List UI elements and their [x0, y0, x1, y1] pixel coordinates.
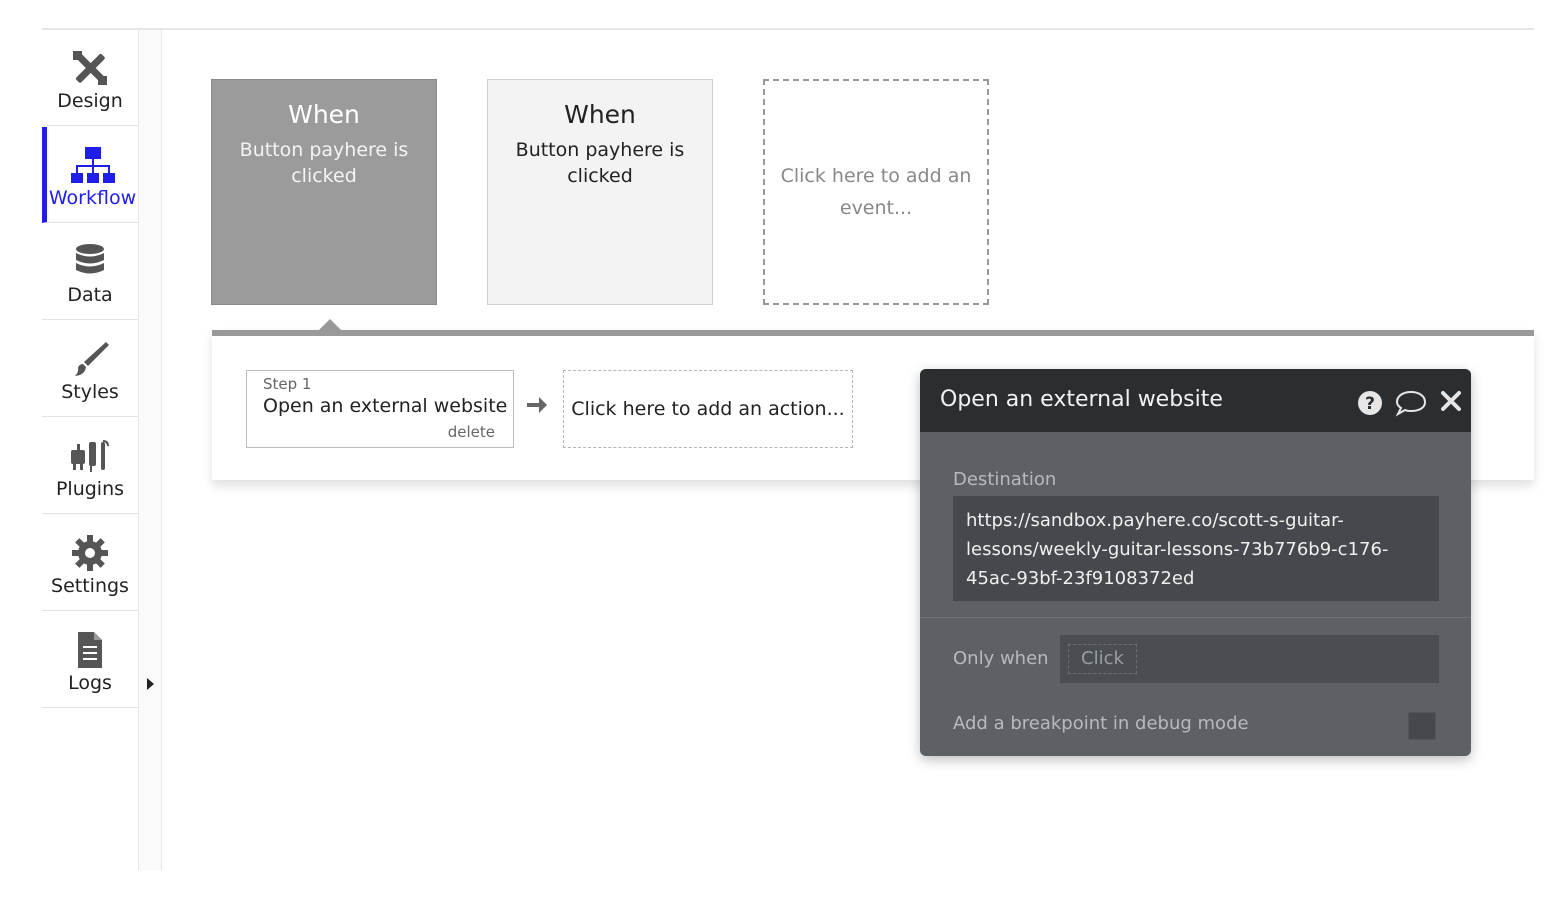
bubble-editor: Design Workflow Data Styles Plugins Sett… [0, 0, 1568, 900]
event-when-label: When [288, 100, 360, 129]
sidebar-item-styles[interactable]: Styles [42, 321, 138, 417]
sidebar-item-plugins[interactable]: Plugins [42, 418, 138, 514]
panel-divider [920, 617, 1471, 618]
add-action-button[interactable]: Click here to add an action... [563, 370, 853, 448]
sidebar: Design Workflow Data Styles Plugins Sett… [42, 30, 139, 870]
step-delete-link[interactable]: delete [448, 423, 495, 441]
arrow-right-icon [527, 397, 547, 413]
comment-icon[interactable] [1395, 389, 1427, 417]
document-icon [75, 630, 105, 670]
sidebar-item-label: Workflow [48, 187, 137, 209]
event-card[interactable]: When Button payhere is clicked [487, 79, 713, 305]
sidebar-item-logs[interactable]: Logs [42, 612, 138, 708]
breakpoint-checkbox[interactable] [1408, 712, 1436, 740]
panel-header: Open an external website ? [920, 369, 1471, 432]
sidebar-item-settings[interactable]: Settings [42, 515, 138, 611]
event-card-selected[interactable]: When Button payhere is clicked [211, 79, 437, 305]
gear-icon [70, 533, 110, 573]
workflow-icon [70, 145, 116, 185]
panel-title: Open an external website [940, 387, 1223, 412]
destination-field[interactable]: https://sandbox.payhere.co/scott-s-guita… [953, 496, 1439, 601]
only-when-field[interactable]: Click [1060, 635, 1439, 683]
sidebar-item-workflow[interactable]: Workflow [42, 127, 138, 223]
top-divider [42, 28, 1534, 30]
event-when-label: When [564, 100, 636, 129]
only-when-label: Only when [953, 648, 1049, 669]
brush-icon [70, 339, 110, 379]
expand-triangle-icon[interactable] [147, 678, 154, 690]
sidebar-item-design[interactable]: Design [42, 30, 138, 126]
sidebar-item-data[interactable]: Data [42, 224, 138, 320]
step-number: Step 1 [263, 375, 312, 393]
sidebar-item-label: Styles [61, 381, 119, 403]
help-icon[interactable]: ? [1356, 389, 1384, 417]
close-icon[interactable] [1439, 389, 1463, 413]
sidebar-item-label: Plugins [55, 478, 125, 500]
destination-label: Destination [953, 469, 1057, 490]
design-icon [70, 48, 110, 88]
sidebar-item-label: Data [67, 284, 113, 306]
sidebar-collapse-gutter[interactable] [139, 30, 162, 870]
plug-icon [69, 436, 111, 476]
event-description: Button payhere is clicked [239, 139, 409, 187]
sidebar-item-label: Logs [68, 672, 112, 694]
sidebar-item-label: Design [57, 90, 123, 112]
only-when-placeholder: Click [1068, 644, 1137, 674]
event-description: Button payhere is clicked [515, 139, 685, 187]
breakpoint-label: Add a breakpoint in debug mode [953, 713, 1249, 734]
svg-text:?: ? [1365, 394, 1375, 414]
add-event-card[interactable]: Click here to add an event... [763, 79, 989, 305]
database-icon [74, 242, 106, 282]
step-title: Open an external website [263, 395, 508, 417]
action-step[interactable]: Step 1 Open an external website delete [246, 370, 514, 448]
add-event-label: Click here to add an event... [780, 165, 972, 219]
sidebar-item-label: Settings [51, 575, 129, 597]
action-property-panel: Open an external website ? Destination h… [920, 369, 1471, 756]
